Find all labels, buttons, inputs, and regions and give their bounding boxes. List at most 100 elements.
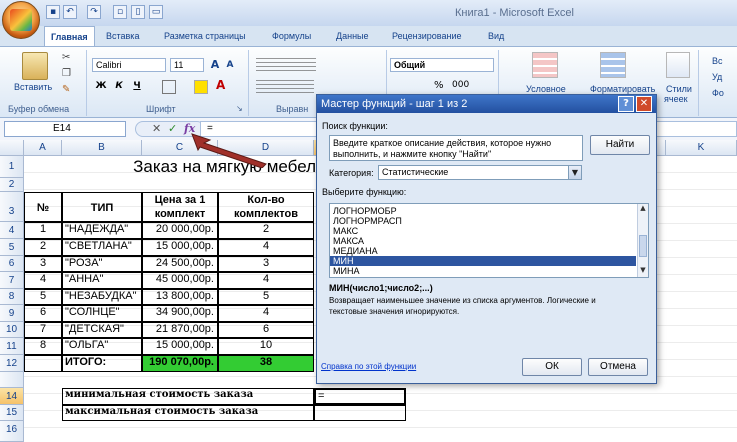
row-header-1[interactable]: 1 <box>0 156 24 178</box>
cell-no[interactable]: 2 <box>24 239 62 256</box>
name-box[interactable]: E14 <box>4 121 126 137</box>
min-cost-label[interactable]: минимальная стоимость заказа <box>62 388 314 405</box>
max-cost-value[interactable] <box>314 405 406 421</box>
row-header-2[interactable]: 2 <box>0 178 24 192</box>
column-header-k[interactable]: K <box>666 140 737 156</box>
align-horizontal-icons[interactable] <box>256 80 314 94</box>
cell-no[interactable]: 8 <box>24 338 62 355</box>
dialog-title[interactable]: Мастер функций - шаг 1 из 2 <box>317 95 656 113</box>
cell-qty[interactable]: 4 <box>218 272 314 289</box>
print-preview-icon[interactable]: ▫ <box>113 5 127 19</box>
row-header-10[interactable]: 10 <box>0 322 24 338</box>
row-header-7[interactable]: 7 <box>0 272 24 289</box>
cell-price[interactable]: 15 000,00р. <box>142 239 218 256</box>
open-folder-icon[interactable]: ▭ <box>149 5 163 19</box>
cell-no[interactable]: 1 <box>24 222 62 239</box>
cell-type[interactable]: "РОЗА" <box>62 256 142 272</box>
cell-qty[interactable]: 4 <box>218 239 314 256</box>
paste-button-label[interactable]: Вставить <box>14 82 52 92</box>
tab-formulas[interactable]: Формулы <box>266 29 317 43</box>
percent-style-button[interactable]: % <box>434 80 444 91</box>
borders-icon[interactable] <box>162 80 176 94</box>
function-list[interactable]: ЛОГНОРМОБР ЛОГНОРМРАСП МАКС МАКСА МЕДИАН… <box>329 203 649 278</box>
cell-price[interactable]: 21 870,00р. <box>142 322 218 338</box>
cancel-icon[interactable]: ✕ <box>152 121 161 137</box>
scroll-up-icon[interactable]: ▲ <box>638 204 648 215</box>
format-as-table-icon[interactable] <box>600 52 626 78</box>
scroll-down-icon[interactable]: ▼ <box>638 266 648 277</box>
cell-styles-icon[interactable] <box>666 52 690 78</box>
save-icon[interactable]: ▪ <box>46 5 60 19</box>
cell-type[interactable]: "СВЕТЛАНА" <box>62 239 142 256</box>
cell-type[interactable]: "НЕЗАБУДКА" <box>62 289 142 305</box>
header-no[interactable]: № <box>24 192 62 222</box>
cell-price[interactable]: 20 000,00р. <box>142 222 218 239</box>
cell-type[interactable]: "НАДЕЖДА" <box>62 222 142 239</box>
cell-qty[interactable]: 10 <box>218 338 314 355</box>
help-link[interactable]: Справка по этой функции <box>321 362 416 371</box>
select-all-corner[interactable] <box>0 140 24 156</box>
cancel-button[interactable]: Отмена <box>588 358 648 376</box>
function-item[interactable]: ЛОГНОРМОБР <box>330 206 636 216</box>
active-cell-e14[interactable]: = <box>314 388 406 405</box>
paste-icon[interactable] <box>22 52 48 80</box>
cell-price[interactable]: 15 000,00р. <box>142 338 218 355</box>
function-item[interactable]: МЕДИАНА <box>330 246 636 256</box>
cell-styles-label[interactable]: Стили <box>666 84 692 94</box>
function-item-selected[interactable]: МИН <box>330 256 636 266</box>
insert-cells-button[interactable]: Вс <box>712 56 723 66</box>
new-document-icon[interactable]: ▯ <box>131 5 145 19</box>
row-header-5[interactable]: 5 <box>0 239 24 256</box>
header-qty[interactable]: Кол-во комплектов <box>218 192 314 222</box>
number-format-box[interactable]: Общий <box>390 58 494 72</box>
redo-icon[interactable]: ↷ <box>87 5 101 19</box>
search-function-input[interactable]: Введите краткое описание действия, котор… <box>329 135 583 161</box>
bold-button[interactable]: Ж <box>94 80 108 94</box>
row-header-3[interactable]: 3 <box>0 192 24 222</box>
format-as-table-label[interactable]: Форматировать <box>590 84 655 94</box>
cell-no[interactable]: 6 <box>24 305 62 322</box>
tab-view[interactable]: Вид <box>482 29 510 43</box>
total-empty-cell[interactable] <box>24 355 62 372</box>
row-header-15[interactable]: 15 <box>0 405 24 421</box>
cell-type[interactable]: "ДЕТСКАЯ" <box>62 322 142 338</box>
conditional-format-label[interactable]: Условное <box>526 84 566 94</box>
scroll-thumb[interactable] <box>639 235 647 257</box>
row-header-13[interactable] <box>0 372 24 388</box>
column-header-a[interactable]: A <box>24 140 62 156</box>
row-header-9[interactable]: 9 <box>0 305 24 322</box>
cell-type[interactable]: "СОЛНЦЕ" <box>62 305 142 322</box>
row-header-16[interactable]: 16 <box>0 421 24 442</box>
font-color-icon[interactable]: A <box>216 78 225 92</box>
row-header-8[interactable]: 8 <box>0 289 24 305</box>
header-price[interactable]: Цена за 1 комплект <box>142 192 218 222</box>
cell-no[interactable]: 3 <box>24 256 62 272</box>
cut-icon[interactable]: ✂ <box>62 52 70 63</box>
cell-price[interactable]: 34 900,00р. <box>142 305 218 322</box>
total-qty[interactable]: 38 <box>218 355 314 372</box>
shrink-font-icon[interactable]: A <box>224 59 236 73</box>
function-item[interactable]: МАКС <box>330 226 636 236</box>
tab-data[interactable]: Данные <box>330 29 375 43</box>
enter-icon[interactable]: ✓ <box>168 121 177 137</box>
format-cells-button[interactable]: Фо <box>712 88 724 98</box>
cell-qty[interactable]: 2 <box>218 222 314 239</box>
tab-page-layout[interactable]: Разметка страницы <box>158 29 252 43</box>
comma-style-button[interactable]: 000 <box>452 80 469 90</box>
copy-icon[interactable]: ❐ <box>62 68 71 79</box>
ok-button[interactable]: ОК <box>522 358 582 376</box>
row-header-4[interactable]: 4 <box>0 222 24 239</box>
row-header-11[interactable]: 11 <box>0 338 24 355</box>
font-size-box[interactable]: 11 <box>170 58 204 72</box>
grow-font-icon[interactable]: A <box>208 57 222 73</box>
close-button[interactable]: ✕ <box>636 96 652 112</box>
delete-cells-button[interactable]: Уд <box>712 72 722 82</box>
find-button[interactable]: Найти <box>590 135 650 155</box>
help-button[interactable]: ? <box>618 96 634 112</box>
total-label[interactable]: ИТОГО: <box>62 355 142 372</box>
cell-price[interactable]: 24 500,00р. <box>142 256 218 272</box>
format-painter-icon[interactable]: ✎ <box>62 84 70 95</box>
cell-type[interactable]: "ОЛЬГА" <box>62 338 142 355</box>
underline-button[interactable]: Ч <box>130 80 144 94</box>
undo-icon[interactable]: ↶ <box>63 5 77 19</box>
